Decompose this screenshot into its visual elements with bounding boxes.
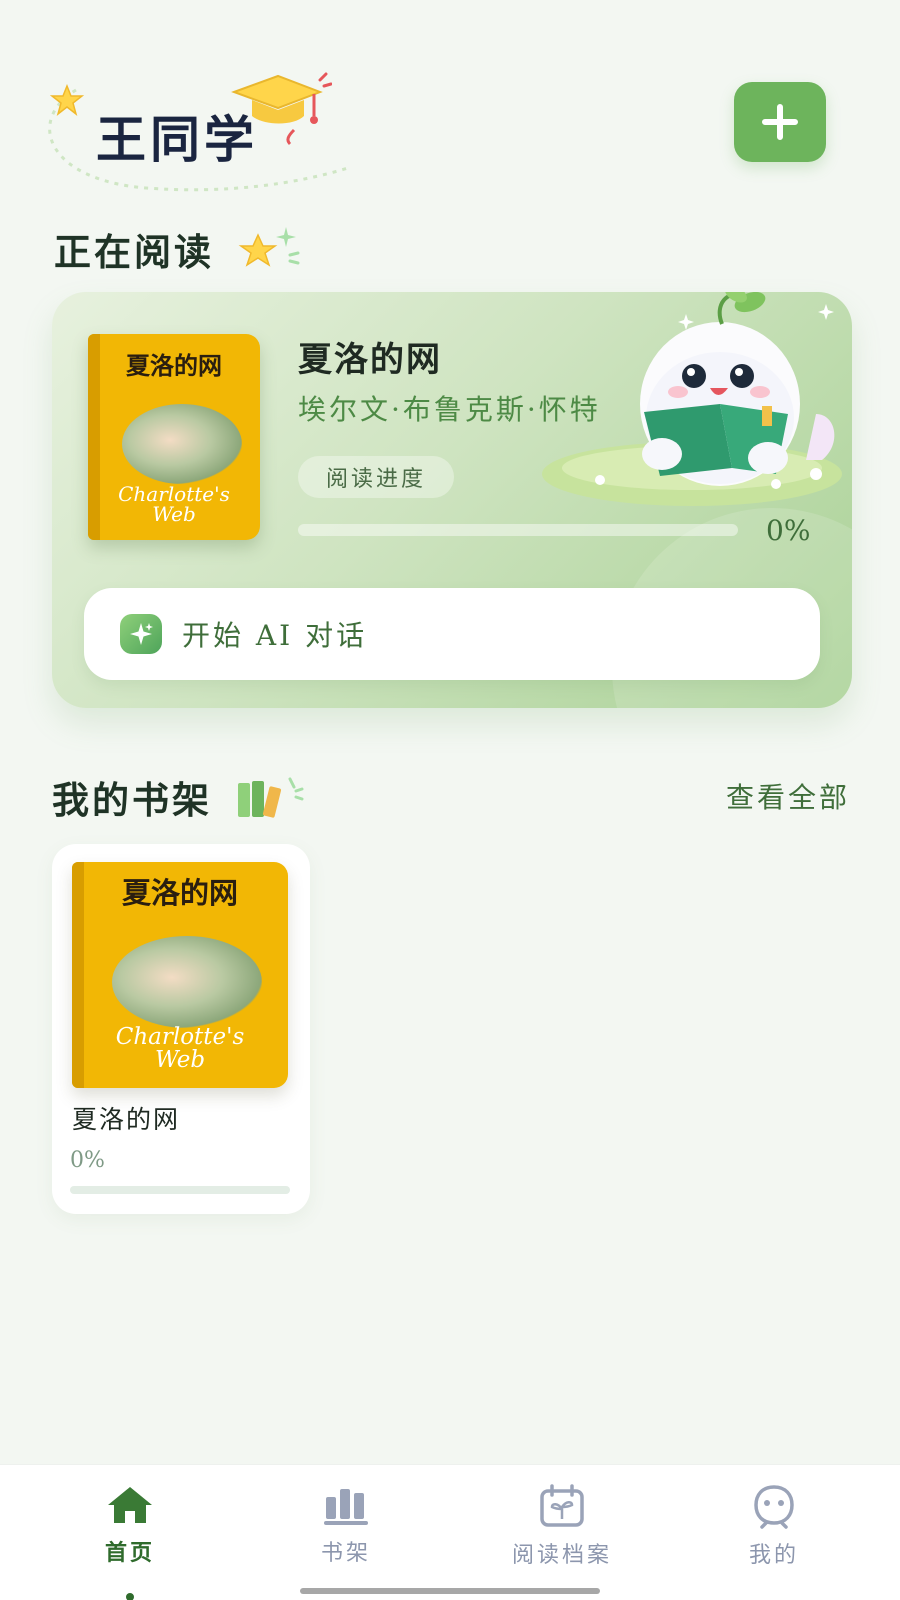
start-ai-chat-button[interactable]: 开始 AI 对话 [84, 588, 820, 680]
graduation-cap-icon [231, 72, 332, 146]
plus-icon [762, 104, 798, 140]
star-icon [50, 84, 84, 116]
shelf-book-card[interactable]: 夏洛的网 Charlotte's Web 夏洛的网 0% [52, 844, 310, 1214]
active-indicator-dot [126, 1593, 134, 1600]
cover-english-title: Charlotte's Web [115, 1024, 245, 1073]
nav-item-profile[interactable]: 我的 [694, 1483, 854, 1569]
view-all-link[interactable]: 查看全部 [726, 776, 850, 816]
header: 王同学 [0, 0, 900, 200]
current-book-card[interactable]: 夏洛的网 Charlotte's Web 夏洛的网 埃尔文·布鲁克斯·怀特 阅读… [52, 292, 852, 708]
mascot-reading-illustration [542, 292, 842, 506]
nav-label-bookshelf: 书架 [320, 1541, 371, 1566]
my-bookshelf-title: 我的书架 [52, 770, 304, 824]
nav-label-home: 首页 [104, 1540, 155, 1566]
profile-icon [754, 1485, 794, 1529]
nav-label-profile: 我的 [748, 1543, 799, 1568]
nav-item-reading-archive[interactable]: 阅读档案 [482, 1483, 642, 1569]
calendar-sprout-icon [540, 1484, 584, 1527]
current-book-title: 夏洛的网 [298, 340, 442, 380]
reading-progress-bar [298, 524, 738, 536]
currently-reading-title: 正在阅读 [54, 222, 302, 276]
cover-english-title: Charlotte's Web [118, 482, 230, 526]
shelf-book-cover: 夏洛的网 Charlotte's Web [72, 862, 288, 1088]
shelf-book-progress-bar [70, 1186, 290, 1194]
current-book-cover[interactable]: 夏洛的网 Charlotte's Web [88, 334, 260, 540]
bottom-nav: 首页 书架 阅读档案 我的 [0, 1464, 900, 1600]
shelf-book-title: 夏洛的网 [72, 1105, 181, 1134]
reading-progress-label: 阅读进度 [298, 456, 454, 498]
nav-label-reading-archive: 阅读档案 [511, 1543, 612, 1568]
cover-title: 夏洛的网 [126, 351, 222, 380]
cover-illustration [122, 404, 242, 484]
cover-title: 夏洛的网 [121, 876, 238, 910]
cover-illustration [112, 936, 262, 1028]
ai-sparkle-icon [120, 614, 162, 654]
books-icon [237, 777, 304, 818]
start-ai-chat-label: 开始 AI 对话 [182, 619, 368, 652]
star-sparkle-icon [238, 227, 300, 267]
nav-item-bookshelf[interactable]: 书架 [266, 1483, 426, 1567]
bookshelf-icon [324, 1489, 368, 1525]
add-button[interactable] [734, 82, 826, 162]
nav-item-home[interactable]: 首页 [50, 1483, 210, 1600]
home-icon [108, 1487, 152, 1523]
shelf-book-progress-value: 0% [70, 1148, 105, 1173]
home-indicator[interactable] [300, 1588, 600, 1594]
